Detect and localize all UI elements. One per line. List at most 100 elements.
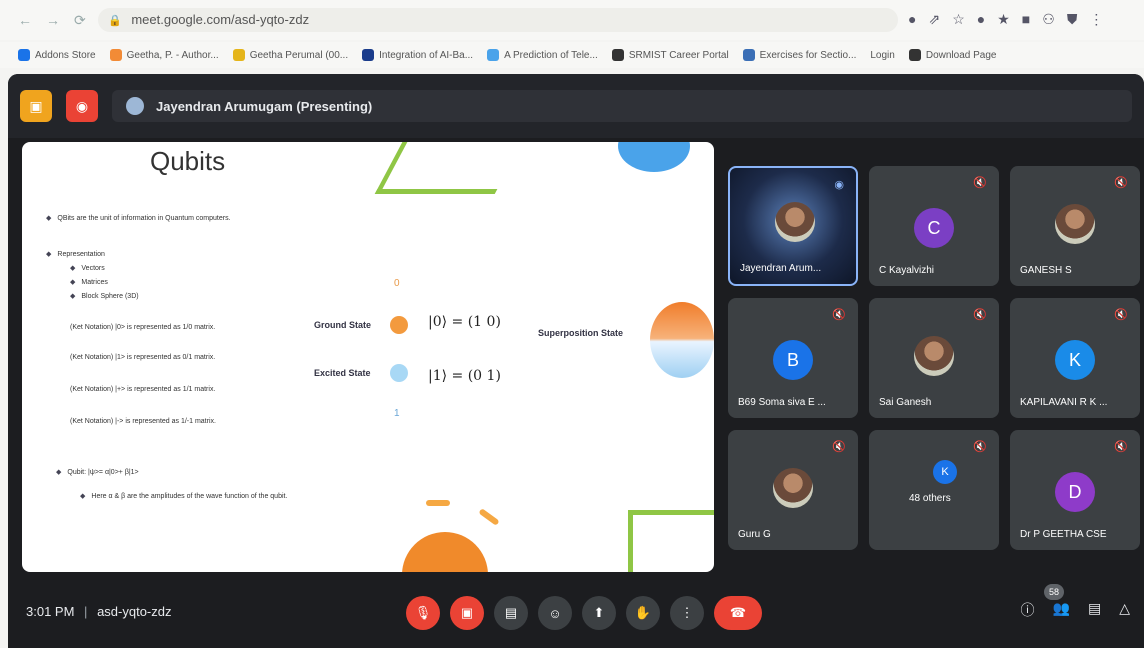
participant-name: Sai Ganesh [879,397,932,408]
bookmark-item[interactable]: Download Page [908,49,997,61]
muted-mic-icon: 🔇 [973,309,987,321]
avatar [1055,204,1095,244]
bookmark-item[interactable]: Integration of AI-Ba... [362,49,473,61]
share-icon[interactable]: ⇗ [928,11,940,28]
participant-count-badge: 58 [1044,584,1064,600]
bookmark-star-icon[interactable]: ☆ [952,11,965,28]
bookmark-favicon-icon [109,49,122,61]
participant-tile[interactable]: 🔇 C C Kayalvizhi [869,166,999,286]
decor-shape [374,142,538,194]
slide-bullet: ◆ QBits are the unit of information in Qu… [46,215,231,222]
bookmark-favicon-icon [487,49,500,61]
menu-icon[interactable]: ⋮ [1089,11,1103,28]
browser-toolbar: ← → ⟳ 🔒 meet.google.com/asd-yqto-zdz ● ⇗… [0,0,1144,40]
participant-tile[interactable]: 🔇 D Dr P GEETHA CSE [1010,430,1140,550]
bookmark-item[interactable]: Addons Store [18,49,96,61]
participant-tile[interactable]: 🔇 K KAPILAVANI R K ... [1010,298,1140,418]
bookmark-label: Download Page [925,49,997,61]
more-options-icon[interactable]: ⋮ [670,596,704,630]
hang-up-icon[interactable]: ☎ [714,596,762,630]
camera-off-icon[interactable]: ▣ [450,596,484,630]
participant-tile[interactable]: 🔇 Sai Ganesh [869,298,999,418]
bookmark-item[interactable]: Geetha Perumal (00... [232,49,348,61]
speaking-icon: ◉ [834,179,844,191]
participant-tile[interactable]: 🔇 GANESH S [1010,166,1140,286]
avatar [914,336,954,376]
slide-bullet: ◆ Representation [46,251,105,258]
decor-shape [478,508,500,526]
sidebar-icon[interactable]: ■ [1022,11,1030,28]
bookmark-item[interactable]: Geetha, P. - Author... [109,49,219,61]
decor-shape [402,532,488,572]
mic-off-icon[interactable]: 🎙 [406,596,440,630]
reload-icon[interactable]: ⟳ [74,12,86,29]
decor-shape [426,500,450,506]
bookmark-label: Login [870,49,895,61]
bookmark-item[interactable]: Login [870,50,894,61]
slide-subbullet: ◆ Block Sphere (3D) [70,293,139,300]
participant-name: C Kayalvizhi [879,265,935,276]
muted-mic-icon: 🔇 [832,309,846,321]
bookmark-favicon-icon [18,49,30,61]
presenting-text: Jayendran Arumugam (Presenting) [156,98,373,114]
bookmark-favicon-icon [611,49,624,61]
ket-line: (Ket Notation) |1> is represented as 0/1… [70,354,216,361]
participant-name: Jayendran Arum... [740,263,822,274]
participant-name: Dr P GEETHA CSE [1020,529,1107,540]
bookmark-label: A Prediction of Tele... [504,49,598,61]
slide-title: Qubits [150,146,226,176]
extension-icon[interactable]: ● [977,11,985,28]
slide-bullet: ◆ Qubit: |ψ>= α|0>+ β|1> [56,469,139,476]
decor-shape [618,142,690,172]
emoji-icon[interactable]: ☺ [538,596,572,630]
participant-tile[interactable]: 🔇 K 48 others [869,430,999,550]
forward-icon[interactable]: → [46,12,60,29]
superposition-label: Superposition State [538,328,624,338]
bookmark-favicon-icon [232,49,245,61]
address-bar[interactable]: 🔒 meet.google.com/asd-yqto-zdz [98,8,898,32]
participant-video [775,202,815,242]
meet-window: ▣ ◉ Jayendran Arumugam (Presenting) Qubi… [8,74,1144,648]
meeting-code: asd-yqto-zdz [97,604,172,619]
participant-tile[interactable]: ◉ Jayendran Arum... [728,166,858,286]
muted-mic-icon: 🔇 [1114,441,1128,453]
participant-name: GANESH S [1020,265,1072,276]
participant-tile[interactable]: 🔇 Guru G [728,430,858,550]
participant-name: KAPILAVANI R K ... [1020,397,1108,408]
captions-icon[interactable]: ▤ [494,596,528,630]
avatar [126,97,144,115]
avatar: D [1055,472,1095,512]
excited-state-label: Excited State [314,368,371,378]
participant-name: B69 Soma siva E ... [738,397,826,408]
participant-tile[interactable]: 🔇 B B69 Soma siva E ... [728,298,858,418]
bookmark-item[interactable]: Exercises for Sectio... [742,49,856,61]
bookmark-label: Geetha, P. - Author... [126,49,219,61]
raise-hand-icon[interactable]: ✋ [626,596,660,630]
info-icon[interactable]: ⓘ [1021,600,1035,620]
back-icon[interactable]: ← [18,12,32,29]
presentation-slide: Qubits ◆ QBits are the unit of informatio… [22,142,714,572]
activities-icon[interactable]: △ [1119,600,1130,620]
clock-time: 3:01 PM [26,604,75,619]
avatar: B [773,340,813,380]
meet-topbar: ▣ ◉ Jayendran Arumugam (Presenting) [8,74,1144,138]
shield-icon[interactable]: ⛊ [1067,11,1078,28]
lock-icon: 🔒 [108,15,122,27]
people-icon[interactable]: 👥 [1053,600,1070,620]
present-screen-icon[interactable]: ⬆ [582,596,616,630]
bookmark-favicon-icon [908,49,921,61]
present-icon[interactable]: ▣ [20,90,52,122]
record-icon[interactable]: ◉ [66,90,98,122]
slide-subbullet: ◆ Matrices [70,279,108,286]
cast-icon[interactable]: ● [908,11,916,28]
profile-icon[interactable]: ⚇ [1042,11,1055,28]
extensions-puzzle-icon[interactable]: ★ [997,11,1010,28]
url-text: meet.google.com/asd-yqto-zdz [131,12,310,27]
nav-buttons: ← → ⟳ [18,12,86,29]
bookmark-item[interactable]: SRMIST Career Portal [611,49,729,61]
bookmark-item[interactable]: A Prediction of Tele... [487,49,598,61]
presenting-banner: Jayendran Arumugam (Presenting) [112,90,1132,122]
bookmarks-bar: Addons Store Geetha, P. - Author... Geetha… [0,42,1144,68]
avatar [773,468,813,508]
chat-icon[interactable]: ▤ [1088,600,1101,620]
